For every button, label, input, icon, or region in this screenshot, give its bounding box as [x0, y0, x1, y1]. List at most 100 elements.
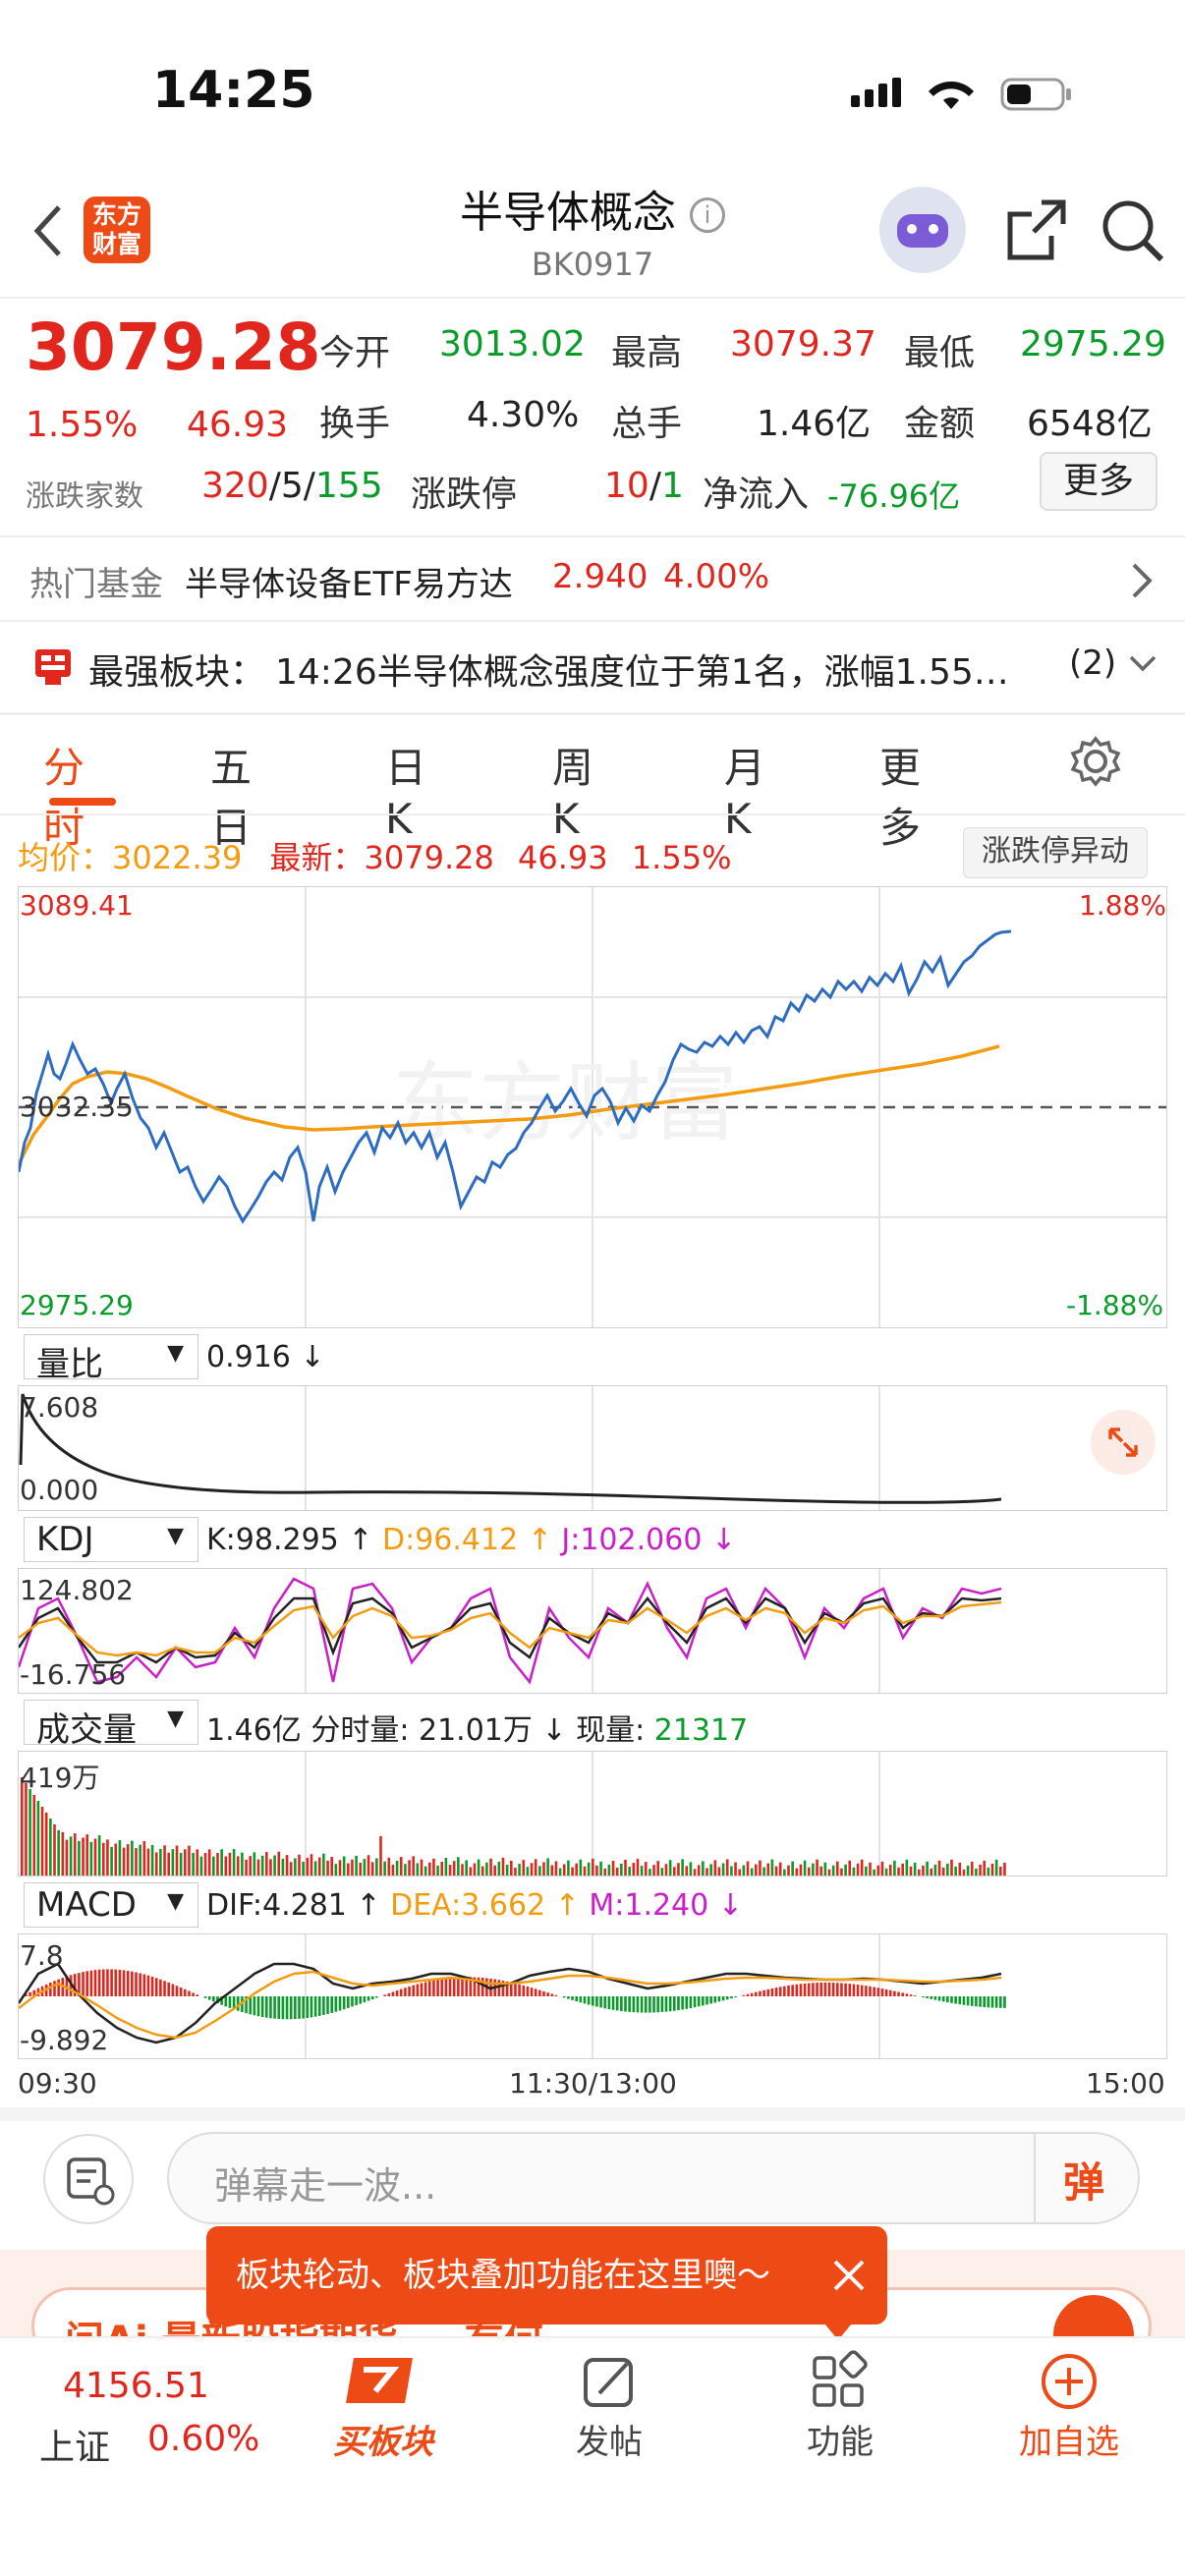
volume-bar [705, 1868, 708, 1876]
macd-bar [273, 1996, 276, 2019]
volume-bar [558, 1868, 562, 1876]
macd-bar [102, 1969, 105, 1996]
kdj-selector[interactable]: KDJ ▼ [24, 1517, 198, 1562]
danmu-toggle-icon[interactable] [43, 2134, 134, 2224]
volume-bar [444, 1858, 448, 1876]
macd-bar [759, 1990, 762, 1996]
danmu-send-button[interactable]: 弹 [1063, 2150, 1104, 2210]
macd-bar [909, 1994, 913, 1996]
limit-label: 涨跌停 [411, 475, 518, 515]
post-button[interactable]: 发帖 [550, 2350, 668, 2468]
function-button[interactable]: 功能 [781, 2350, 899, 2468]
kdj-chart[interactable] [17, 1568, 1167, 1694]
volume-chart[interactable] [18, 1751, 1167, 1876]
vr-bottom-label: 0.000 [20, 1474, 99, 1506]
volume-bar [656, 1861, 659, 1876]
price-chart[interactable]: 东方财富 [17, 886, 1167, 1328]
volume-bar [587, 1862, 591, 1876]
macd-bar [150, 1976, 154, 1996]
macd-bar [281, 1996, 285, 2020]
volume-bar [448, 1865, 452, 1876]
gear-icon[interactable] [1069, 735, 1122, 788]
volume-bar [848, 1860, 852, 1876]
volume-bar [583, 1866, 587, 1876]
volume-bar [347, 1863, 350, 1876]
dropdown-triangle-icon: ▼ [167, 1524, 184, 1548]
volume-bar [865, 1866, 868, 1876]
macd-bar [310, 1996, 313, 2018]
macd-bar [774, 1988, 778, 1996]
limit-alert-button[interactable]: 涨跌停异动 [963, 827, 1148, 878]
index-pct[interactable]: 0.60% [147, 2419, 259, 2459]
volume-bar [199, 1856, 203, 1876]
volume-bar [179, 1852, 183, 1876]
tab-weekly-k[interactable]: 周K [552, 735, 593, 843]
tab-more[interactable]: 更多 [879, 735, 921, 855]
macd-bar [575, 1996, 578, 2002]
macd-bar [154, 1978, 158, 1996]
volume-bar [770, 1859, 774, 1876]
more-button[interactable]: 更多 [1040, 452, 1157, 511]
latest-change: 46.93 [518, 839, 608, 876]
macd-bar [1003, 1996, 1006, 2008]
volume-bar [207, 1849, 211, 1876]
latest-value: 3079.28 [364, 839, 494, 876]
vol-total: 1.46亿 [206, 1713, 302, 1748]
macd-bar [106, 1969, 109, 1996]
search-icon[interactable] [1099, 196, 1167, 265]
volume-bar [567, 1860, 570, 1876]
strong-board-notice[interactable]: 最强板块： 14:26半导体概念强度位于第1名，涨幅1.55… (2) [0, 622, 1185, 712]
volume-bar [171, 1849, 175, 1876]
info-icon[interactable]: i [690, 197, 725, 233]
danmu-input[interactable]: 弹幕走一波... 弹 [167, 2132, 1140, 2224]
tab-monthly-k[interactable]: 月K [724, 735, 765, 843]
volume-bar [150, 1845, 154, 1876]
section-gap [0, 2107, 1185, 2121]
macd-bar [893, 1990, 896, 1996]
volume-bar [554, 1861, 558, 1876]
vr-chart[interactable] [18, 1385, 1167, 1511]
abs-change: 46.93 [187, 405, 289, 445]
volume-bar [285, 1855, 289, 1876]
intraday-summary: 均价：3022.39 最新：3079.28 46.93 1.55% [18, 833, 731, 878]
macd-bar [135, 1972, 138, 1996]
dropdown-triangle-icon: ▼ [167, 1889, 184, 1914]
macd-bar [640, 1996, 644, 2013]
volume-bar [799, 1864, 803, 1876]
ai-avatar-icon[interactable] [879, 187, 966, 273]
volume-bar [819, 1866, 822, 1876]
volume-bar [681, 1859, 684, 1876]
volume-bar [791, 1861, 794, 1876]
macd-bar [326, 1996, 329, 2014]
price-min-label: 2975.29 [20, 1289, 134, 1321]
volume-bar [746, 1861, 750, 1876]
vr-selector[interactable]: 量比 ▼ [24, 1334, 198, 1384]
add-watchlist-label: 加自选 [1019, 2423, 1119, 2462]
signal-icon [851, 78, 901, 107]
macd-bar [946, 1996, 949, 2003]
volume-selector[interactable]: 成交量 ▼ [24, 1700, 198, 1750]
share-icon[interactable] [1002, 196, 1071, 265]
volume-bar [97, 1835, 101, 1876]
macd-bar [110, 1969, 113, 1996]
macd-bar [89, 1970, 93, 1996]
add-watchlist-button[interactable]: 加自选 [1010, 2350, 1128, 2468]
index-value[interactable]: 4156.51 [63, 2366, 209, 2406]
macd-bar [856, 1985, 860, 1996]
volume-bar [306, 1858, 310, 1876]
macd-selector[interactable]: MACD ▼ [24, 1882, 198, 1928]
tab-daily-k[interactable]: 日K [385, 735, 426, 843]
buy-board-button[interactable]: 买板块 [324, 2350, 442, 2468]
macd-bar [930, 1996, 933, 1999]
volume-bar [664, 1864, 668, 1876]
tooltip-text: 板块轮动、板块叠加功能在这里噢～ [236, 2256, 770, 2295]
macd-chart[interactable] [17, 1933, 1167, 2059]
macd-bar [713, 1996, 717, 2003]
volume-bar [607, 1864, 611, 1876]
hot-fund-row[interactable]: 热门基金 半导体设备ETF易方达 2.940 4.00% [0, 537, 1185, 620]
macd-bar [999, 1996, 1002, 2008]
expand-icon[interactable] [1091, 1410, 1156, 1475]
macd-bar [546, 1992, 549, 1996]
index-name[interactable]: 上证 [39, 2419, 110, 2470]
close-icon[interactable] [831, 2258, 867, 2293]
